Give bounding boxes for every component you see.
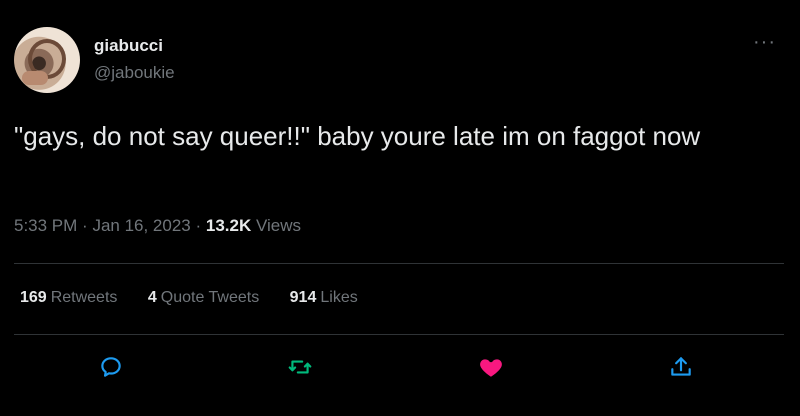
meta-separator: ·	[82, 216, 93, 235]
stat-likes[interactable]: 914 Likes	[290, 289, 358, 307]
like-button[interactable]	[474, 350, 508, 384]
stat-label: Likes	[320, 289, 358, 306]
heart-icon	[480, 359, 502, 377]
tweet-text: "gays, do not say queer!!" baby youre la…	[14, 121, 701, 151]
retweet-icon	[288, 360, 312, 374]
tweet-date[interactable]: Jan 16, 2023	[92, 216, 190, 235]
retweet-button[interactable]	[283, 350, 317, 384]
meta-separator: ·	[195, 216, 206, 235]
tweet-time[interactable]: 5:33 PM	[14, 216, 77, 235]
stat-label: Quote Tweets	[160, 289, 260, 306]
views-label: Views	[255, 216, 302, 235]
stat-retweets[interactable]: 169 Retweets	[20, 289, 117, 307]
views-count: 13.2K	[205, 216, 252, 235]
stat-quote-tweets[interactable]: 4 Quote Tweets	[148, 289, 259, 307]
user-handle[interactable]: @jaboukie	[94, 63, 175, 83]
reply-button[interactable]	[94, 350, 128, 384]
more-dots-icon[interactable]: ···	[753, 32, 776, 52]
divider	[14, 334, 784, 335]
display-name[interactable]: giabucci	[94, 36, 163, 56]
tweet-card: giabucci @jaboukie ··· "gays, do not say…	[0, 0, 800, 416]
share-button[interactable]	[664, 350, 698, 384]
avatar[interactable]	[14, 27, 80, 93]
stat-count: 169	[20, 289, 47, 306]
divider	[14, 263, 784, 264]
stat-count: 914	[289, 289, 317, 306]
tweet-stats: 169 Retweets 4 Quote Tweets 914 Likes	[20, 289, 384, 307]
avatar-hand	[22, 71, 48, 85]
share-icon	[671, 357, 691, 376]
action-bar	[0, 350, 800, 384]
tweet-meta: 5:33 PM · Jan 16, 2023 · 13.2K Views	[14, 216, 301, 236]
reply-icon	[101, 357, 121, 377]
stat-count: 4	[147, 289, 157, 306]
stat-label: Retweets	[50, 289, 118, 306]
